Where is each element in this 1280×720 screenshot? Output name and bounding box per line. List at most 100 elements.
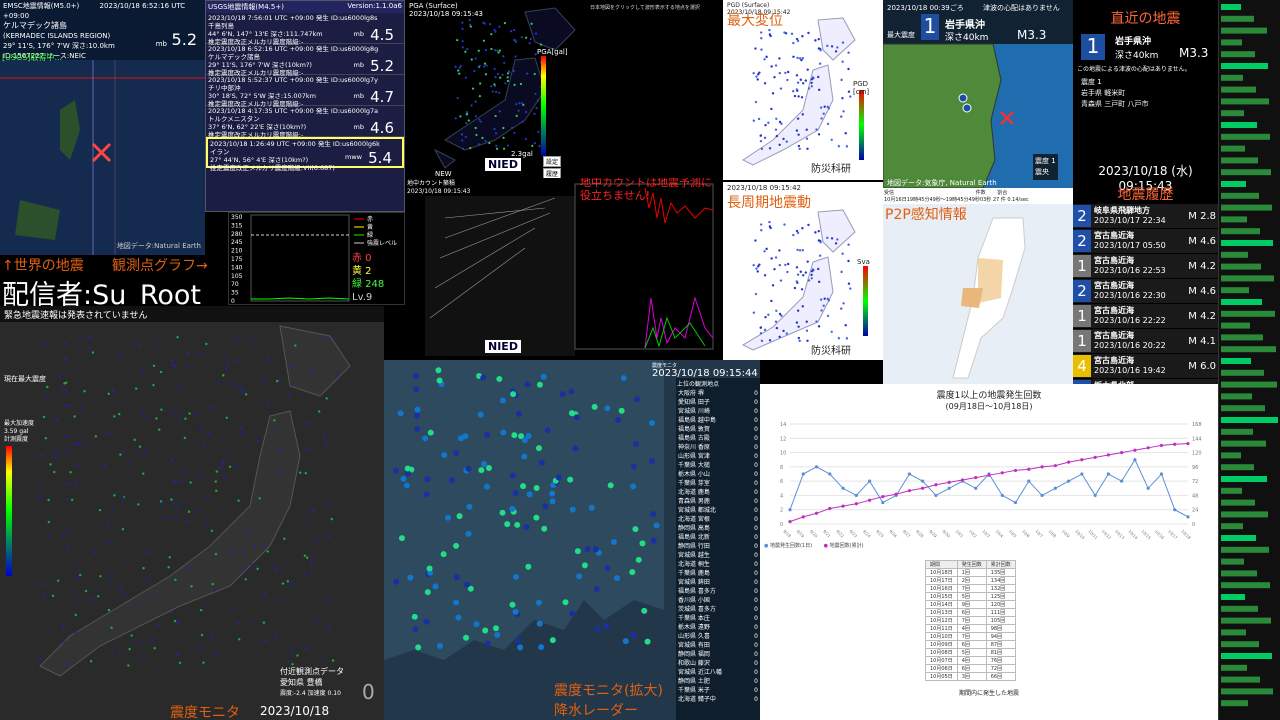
usgs-row[interactable]: 2023/10/18 4:17:35 UTC +09:00 発生 ID:us60… (206, 106, 404, 139)
station-dot (529, 37, 532, 41)
station-dot (124, 592, 127, 596)
recent-detail: 震度 1 岩手県 軽米町 青森県 三戸町 八戸市 (1081, 78, 1149, 108)
sys-bar (1221, 4, 1241, 10)
usgs-row[interactable]: 2023/10/18 6:52:16 UTC +09:00 発生 ID:us60… (206, 44, 404, 77)
station-dot (308, 369, 312, 372)
near-big: 0 (362, 680, 375, 704)
history-button[interactable]: 履歴 (543, 168, 562, 178)
usgs-row[interactable]: 2023/10/18 7:56:01 UTC +09:00 発生 ID:us60… (206, 13, 404, 46)
chart-subtitle: (09月18日〜10月18日) (945, 402, 1033, 411)
station-dot (197, 473, 200, 477)
history-item[interactable]: 1 宮古島近海 2023/10/16 22:53 M 4.2 (1073, 254, 1218, 278)
table-row: 10月07日 4回 76回 (925, 656, 1016, 665)
station-dot (473, 621, 480, 628)
history-item[interactable]: 2 岐阜県飛騨地方 2023/10/17 22:34 M 2.8 (1073, 204, 1218, 228)
count-red: 赤 0 (352, 253, 372, 264)
station-dot (69, 484, 73, 487)
svg-text:強震レベル: 強震レベル (367, 239, 397, 247)
station-dot (440, 551, 447, 558)
rank-item: 栃木県 遠野 0 (678, 624, 758, 631)
station-dot (214, 552, 218, 556)
data-point (841, 504, 845, 508)
station-dot (797, 95, 800, 98)
station-dot (398, 535, 405, 542)
station-dot (823, 105, 826, 108)
history-item[interactable]: 4 宮古島近海 2023/10/16 19:42 M 6.0 (1073, 354, 1218, 378)
station-dot (218, 465, 221, 468)
station-dot (525, 563, 532, 570)
pgd-brand: 防災科研 (811, 164, 851, 175)
usgs-row[interactable]: 2023/10/18 1:26:49 UTC +09:00 発生 ID:us60… (206, 137, 404, 172)
station-dot (801, 227, 804, 230)
station-dot (67, 544, 70, 548)
station-dot (842, 302, 845, 305)
station-dot (287, 659, 290, 663)
station-dot (175, 622, 179, 626)
sys-bar (1221, 122, 1257, 128)
station-dot (849, 287, 852, 290)
data-point (974, 486, 978, 490)
y-tick-right: 48 (1192, 493, 1198, 499)
station-dot (78, 568, 81, 572)
station-dot (176, 505, 180, 508)
history-item[interactable]: 2 宮古島近海 2023/10/17 05:50 M 4.6 (1073, 229, 1218, 253)
rank-item: 北海道 鯖子中 0 (678, 696, 758, 703)
x-tick: 9/22 (835, 529, 845, 539)
station-dot (58, 376, 62, 379)
station-dot (765, 247, 768, 251)
station-dot (475, 133, 478, 137)
station-dot (569, 610, 576, 617)
x-tick: 10/6 (1021, 529, 1031, 539)
station-dot (392, 467, 399, 474)
settings-button[interactable]: 設定 (543, 156, 562, 167)
station-dot (225, 416, 228, 420)
pgd-panel: PGD (Surface) 2023/10/18 09:15:42 最大変位 PG… (723, 0, 883, 180)
history-item[interactable]: 2 宮古島近海 2023/10/16 22:30 M 4.6 (1073, 279, 1218, 303)
data-point (1040, 493, 1044, 498)
station-dot (513, 28, 516, 32)
station-dot (499, 509, 506, 516)
data-point (1120, 450, 1124, 455)
station-dot (782, 329, 785, 333)
rank-item: 宮城県 都城北 0 (678, 507, 758, 514)
sys-bar (1221, 511, 1268, 518)
station-dot (515, 410, 522, 417)
usgs-row[interactable]: 2023/10/18 5:52:37 UTC +09:00 発生 ID:us60… (206, 75, 404, 108)
station-dot (47, 498, 50, 502)
station-dot (483, 483, 490, 490)
chart-footer: 期間内に発生した地震 (958, 690, 1019, 697)
station-dot (801, 35, 804, 38)
station-dot (515, 114, 518, 117)
station-dot (128, 647, 131, 651)
data-point (921, 486, 925, 490)
sys-bar (1221, 546, 1269, 553)
history-item[interactable]: 1 宮古島近海 2023/10/16 20:22 M 4.1 (1073, 329, 1218, 353)
station-dot (752, 119, 756, 122)
sys-bar (1221, 86, 1256, 93)
rank-item: 北海道 宮根 0 (678, 516, 758, 523)
station-dot (414, 406, 421, 413)
station-dot (281, 599, 284, 602)
data-point (1173, 442, 1177, 446)
station-dot (756, 78, 759, 81)
rank-item: 茨城県 喜多方 0 (678, 606, 758, 613)
station-dot (757, 117, 761, 121)
station-dot (331, 659, 335, 662)
station-dot (41, 584, 44, 587)
station-dot (82, 443, 86, 446)
station-dot (179, 480, 182, 483)
station-dot (412, 626, 419, 633)
station-dot (415, 644, 422, 651)
graph-tick: 35 (231, 290, 239, 297)
station-dot (771, 284, 775, 287)
x-tick: 10/18 (1180, 529, 1192, 541)
long-period-panel: 2023/10/18 09:15:42 長周期地震動 Sva 防災科研 (723, 182, 883, 360)
x-tick: 10/12 (1101, 529, 1113, 541)
station-dot (576, 573, 583, 580)
history-item[interactable]: 1 宮古島近海 2023/10/16 22:22 M 4.2 (1073, 304, 1218, 328)
station-dot (470, 104, 473, 107)
station-dot (465, 122, 468, 125)
station-dot (241, 432, 244, 435)
station-dot (229, 608, 232, 611)
station-dot (470, 58, 473, 61)
